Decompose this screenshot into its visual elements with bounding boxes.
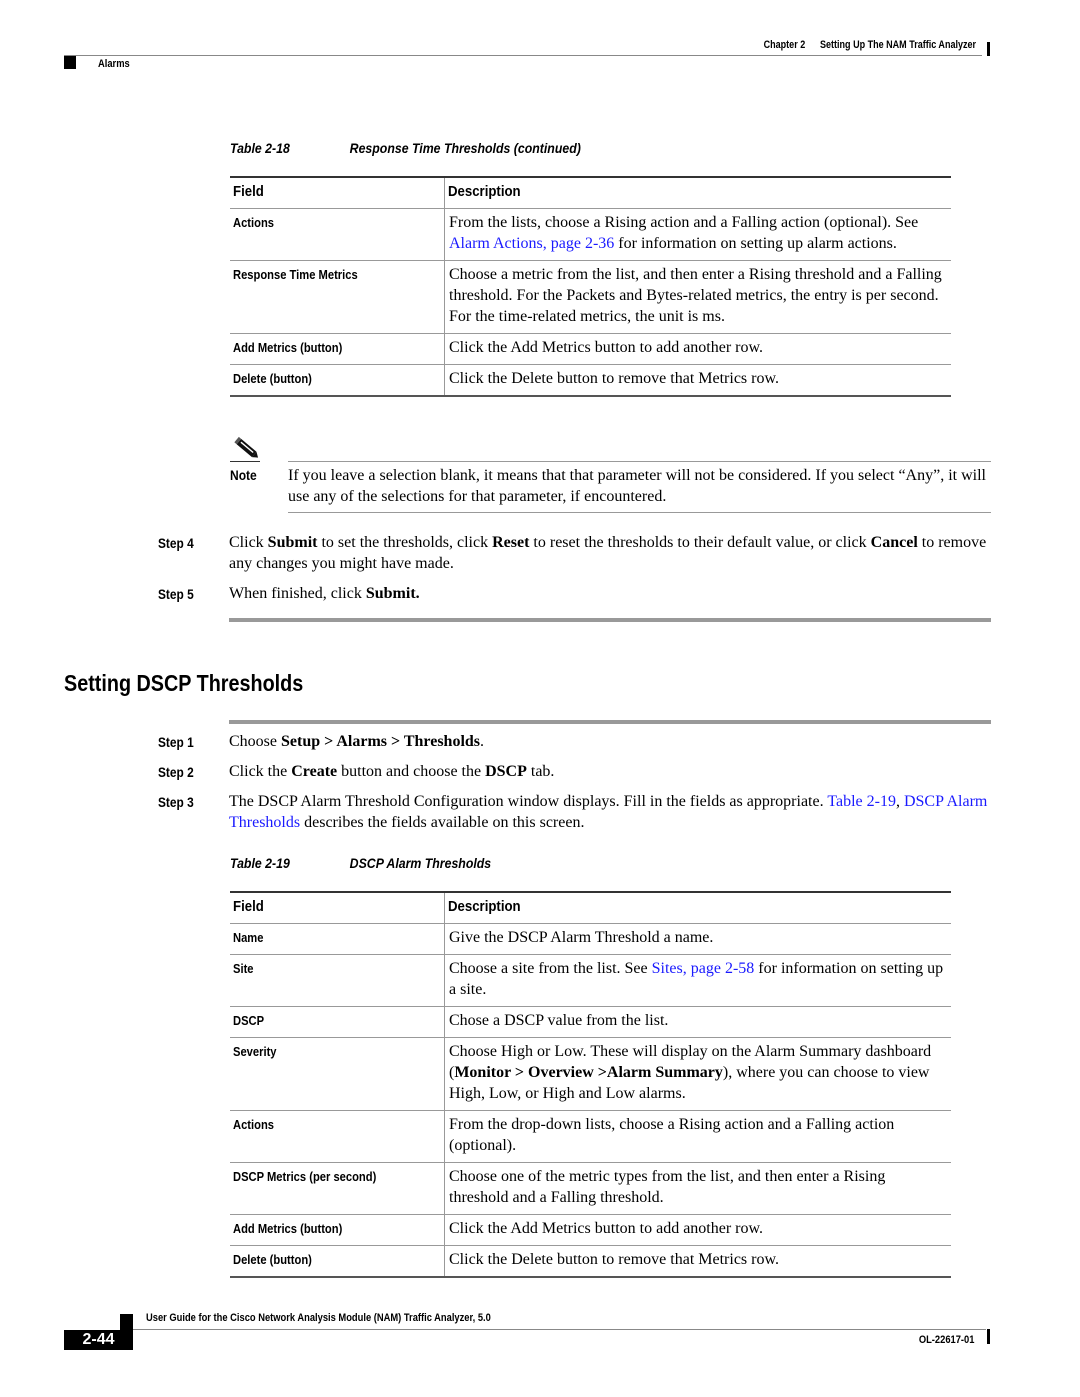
table-row: Delete (button) Click the Delete button … [230, 1245, 951, 1277]
note-text: If you leave a selection blank, it means… [288, 467, 986, 505]
reset-ui-term: Reset [492, 534, 530, 551]
field-cell: Name [230, 923, 445, 955]
field-cell: Response Time Metrics [230, 260, 445, 334]
table-header-row: Field Description [230, 892, 951, 924]
header-rule [64, 55, 982, 56]
col-field: Field [230, 177, 445, 209]
alarm-actions-link[interactable]: Alarm Actions, page 2-36 [449, 235, 614, 252]
table-row: Add Metrics (button) Click the Add Metri… [230, 1214, 951, 1246]
description-cell: Click the Add Metrics button to add anot… [449, 1220, 764, 1237]
step-2-label: Step 2 [158, 764, 194, 780]
step-2-text: Click the Create button and choose the D… [229, 763, 555, 780]
description-cell: Click the Delete button to remove that M… [449, 1251, 779, 1268]
field-cell: Site [230, 954, 445, 1007]
menu-path: Monitor > Overview >Alarm Summary [454, 1064, 723, 1081]
chapter-label: Chapter 2 [763, 39, 806, 51]
step-4-text: Click Submit to set the thresholds, clic… [229, 534, 987, 572]
note-bottom-rule [288, 512, 991, 513]
chapter-title: Setting Up The NAM Traffic Analyzer [819, 39, 976, 51]
description-cell: Choose one of the metric types from the … [449, 1168, 886, 1206]
footer-marker [120, 1314, 133, 1330]
procedure-start-rule [229, 720, 991, 724]
menu-path: Setup > Alarms > Thresholds [281, 733, 481, 750]
table-row: Add Metrics (button) Click the Add Metri… [230, 333, 951, 365]
table-19-title: DSCP Alarm Thresholds [349, 855, 492, 871]
table-19: Field Description Name Give the DSCP Ala… [230, 891, 951, 1278]
field-cell: Delete (button) [230, 364, 445, 396]
table-row: DSCP Chose a DSCP value from the list. [230, 1006, 951, 1038]
description-cell: Chose a DSCP value from the list. [449, 1012, 669, 1029]
table-18-caption: Table 2-18 Response Time Thresholds (cont… [230, 140, 581, 156]
step-1-text: Choose Setup > Alarms > Thresholds. [229, 733, 485, 750]
step-5-label: Step 5 [158, 586, 194, 602]
sites-link[interactable]: Sites, page 2-58 [652, 960, 755, 977]
field-cell: Severity [230, 1037, 445, 1111]
table-19-caption: Table 2-19 DSCP Alarm Thresholds [230, 855, 491, 871]
description-cell: From the drop-down lists, choose a Risin… [449, 1116, 895, 1154]
step-3-text: The DSCP Alarm Threshold Configuration w… [229, 793, 988, 831]
running-header-chapter: Chapter 2 Setting Up The NAM Traffic Anal… [764, 39, 976, 51]
table-18-number: Table 2-18 [230, 140, 290, 156]
col-description: Description [448, 183, 521, 200]
table-row: Actions From the drop-down lists, choose… [230, 1110, 951, 1163]
description-cell: Give the DSCP Alarm Threshold a name. [449, 929, 714, 946]
note-top-rule [288, 461, 991, 462]
description-cell: Click the Add Metrics button to add anot… [449, 339, 764, 356]
table-row: Name Give the DSCP Alarm Threshold a nam… [230, 923, 951, 955]
col-field: Field [230, 892, 445, 924]
step-3-label: Step 3 [158, 794, 194, 810]
running-header-section: Alarms [98, 58, 130, 70]
field-cell: Add Metrics (button) [230, 1214, 445, 1246]
submit-ui-term: Submit. [365, 585, 420, 602]
step-5-text: When finished, click Submit. [229, 585, 420, 602]
table-2-19-link[interactable]: Table 2-19 [827, 793, 896, 810]
submit-ui-term: Submit [267, 534, 318, 551]
cancel-ui-term: Cancel [870, 534, 918, 551]
table-row: Delete (button) Click the Delete button … [230, 364, 951, 396]
page-number: 2-44 [64, 1330, 133, 1350]
table-row: Site Choose a site from the list. See Si… [230, 954, 951, 1007]
field-cell: Add Metrics (button) [230, 333, 445, 365]
table-18-title: Response Time Thresholds (continued) [349, 140, 581, 156]
table-18: Field Description Actions From the lists… [230, 176, 951, 397]
footer-bar [987, 1329, 990, 1344]
procedure-end-rule [229, 618, 991, 622]
header-bar [987, 42, 990, 56]
field-cell: Actions [230, 208, 445, 261]
table-header-row: Field Description [230, 177, 951, 209]
table-row: DSCP Metrics (per second) Choose one of … [230, 1162, 951, 1215]
col-description: Description [448, 898, 521, 915]
description-cell: Click the Delete button to remove that M… [449, 370, 779, 387]
field-cell: DSCP Metrics (per second) [230, 1162, 445, 1215]
doc-number: OL-22617-01 [918, 1334, 974, 1346]
header-marker [64, 56, 76, 69]
step-1-label: Step 1 [158, 734, 194, 750]
field-cell: DSCP [230, 1006, 445, 1038]
note-icon-rule [230, 461, 260, 462]
description-cell: Choose High or Low. These will display o… [449, 1043, 932, 1102]
step-4-label: Step 4 [158, 535, 194, 551]
table-19-number: Table 2-19 [230, 855, 290, 871]
footer-rule [133, 1329, 986, 1330]
field-cell: Delete (button) [230, 1245, 445, 1277]
pencil-note-icon [234, 436, 259, 458]
section-heading: Setting DSCP Thresholds [64, 670, 304, 696]
create-ui-term: Create [291, 763, 338, 780]
note-label: Note [230, 467, 257, 483]
table-row: Actions From the lists, choose a Rising … [230, 208, 951, 261]
description-cell: Choose a site from the list. See Sites, … [449, 960, 944, 998]
field-cell: Actions [230, 1110, 445, 1163]
table-row: Severity Choose High or Low. These will … [230, 1037, 951, 1111]
table-row: Response Time Metrics Choose a metric fr… [230, 260, 951, 334]
description-cell: From the lists, choose a Rising action a… [449, 214, 919, 252]
footer-title: User Guide for the Cisco Network Analysi… [146, 1312, 491, 1324]
dscp-ui-term: DSCP [485, 763, 527, 780]
description-cell: Choose a metric from the list, and then … [449, 266, 942, 325]
